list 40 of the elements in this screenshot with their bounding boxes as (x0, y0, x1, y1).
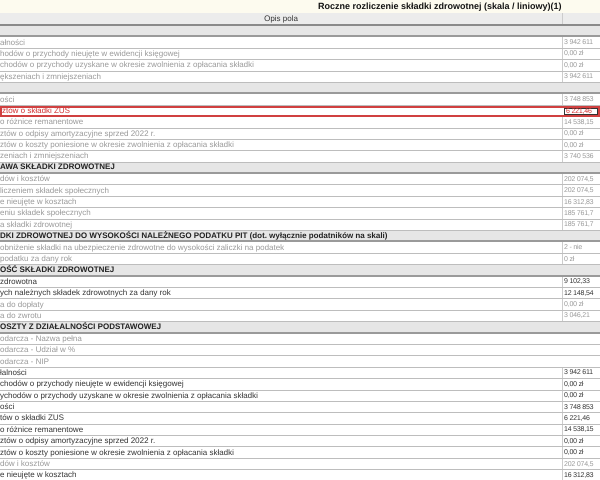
field-label: odarcza - Udział w % (0, 344, 76, 356)
field-label: podatku za dany rok (0, 254, 74, 264)
section-header: DKI ZDROWOTNEJ DO WYSOKOŚCI NALEŻNEGO PODATKU PIT (dot. wyłącznie podatników na skali) (0, 231, 600, 242)
field-label: ztów o koszty poniesione w okresie zwolnienia z opłacania składki (0, 140, 235, 150)
section-header: OŚĆ SKŁADKI ZDROWOTNEJ (0, 265, 600, 277)
field-label: tów o składki ZUS (0, 413, 66, 424)
report-title: Roczne rozliczenie składki zdrowotnej (skala / liniowy)(1) (318, 2, 562, 11)
field-label: odarcza - Nazwa pełna (0, 334, 83, 344)
field-label: a do dopłaty (0, 299, 45, 310)
field-label: ości (0, 402, 16, 412)
section-header: OSZTY Z DZIAŁALNOŚCI PODSTAWOWEJ (0, 322, 600, 334)
field-label: eniu składek społecznych (0, 208, 92, 219)
field-label: a składki zdrowotnej (0, 220, 74, 230)
field-label: hodów o przychody nieujęte w ewidencji księgowej (0, 48, 181, 60)
field-label: e nieujęte w kosztach (0, 470, 78, 480)
field-label: ększeniach i zmniejszeniach (0, 72, 102, 82)
field-label: ych należnych składek zdrowotnych za dany rok (0, 288, 172, 298)
field-label: chodów o przychody nieujęte w ewidencji księgowej (0, 379, 185, 390)
field-label: liczeniem składek społecznych (0, 185, 110, 196)
field-label: zdrowotna (0, 276, 38, 287)
field-label: a do zwrotu (0, 310, 42, 322)
field-label: o różnice remanentowe (0, 424, 84, 436)
field-label: ałności (0, 37, 26, 48)
field-label: łalności (0, 368, 28, 378)
field-label: dów i kosztów (0, 458, 51, 470)
field-label: zeniach i zmniejszeniach (0, 151, 90, 162)
field-label: ztów o koszty poniesione w okresie zwolnienia z opłacania składki (0, 447, 235, 458)
field-label: o różnice remanentowe (0, 117, 84, 128)
field-label: ztów o składki ZUS (2, 108, 72, 116)
field-label: ztów o odpisy amortyzacyjne sprzed 2022 r. (0, 436, 156, 446)
field-label: e nieujęte w kosztach (0, 196, 78, 208)
section-header: AWA SKŁADKI ZDROWOTNEJ (0, 162, 600, 174)
field-label: chodów o przychody uzyskane w okresie zwolnienia z opłacania składki (0, 60, 255, 71)
field-label: obniżenie składki na ubezpieczenie zdrowotne do wysokości zaliczki na podatek (0, 242, 286, 253)
field-label: odarcza - NIP (0, 356, 50, 367)
field-label: ychodów o przychody uzyskane w okresie zwolnienia z opłacania składki (0, 390, 259, 401)
column-header: Opis pola (263, 13, 299, 24)
field-label: dów i kosztów (0, 174, 51, 184)
field-label: ztów o odpisy amortyzacyjne sprzed 2022 r. (0, 128, 156, 139)
field-label: ości (0, 94, 16, 105)
